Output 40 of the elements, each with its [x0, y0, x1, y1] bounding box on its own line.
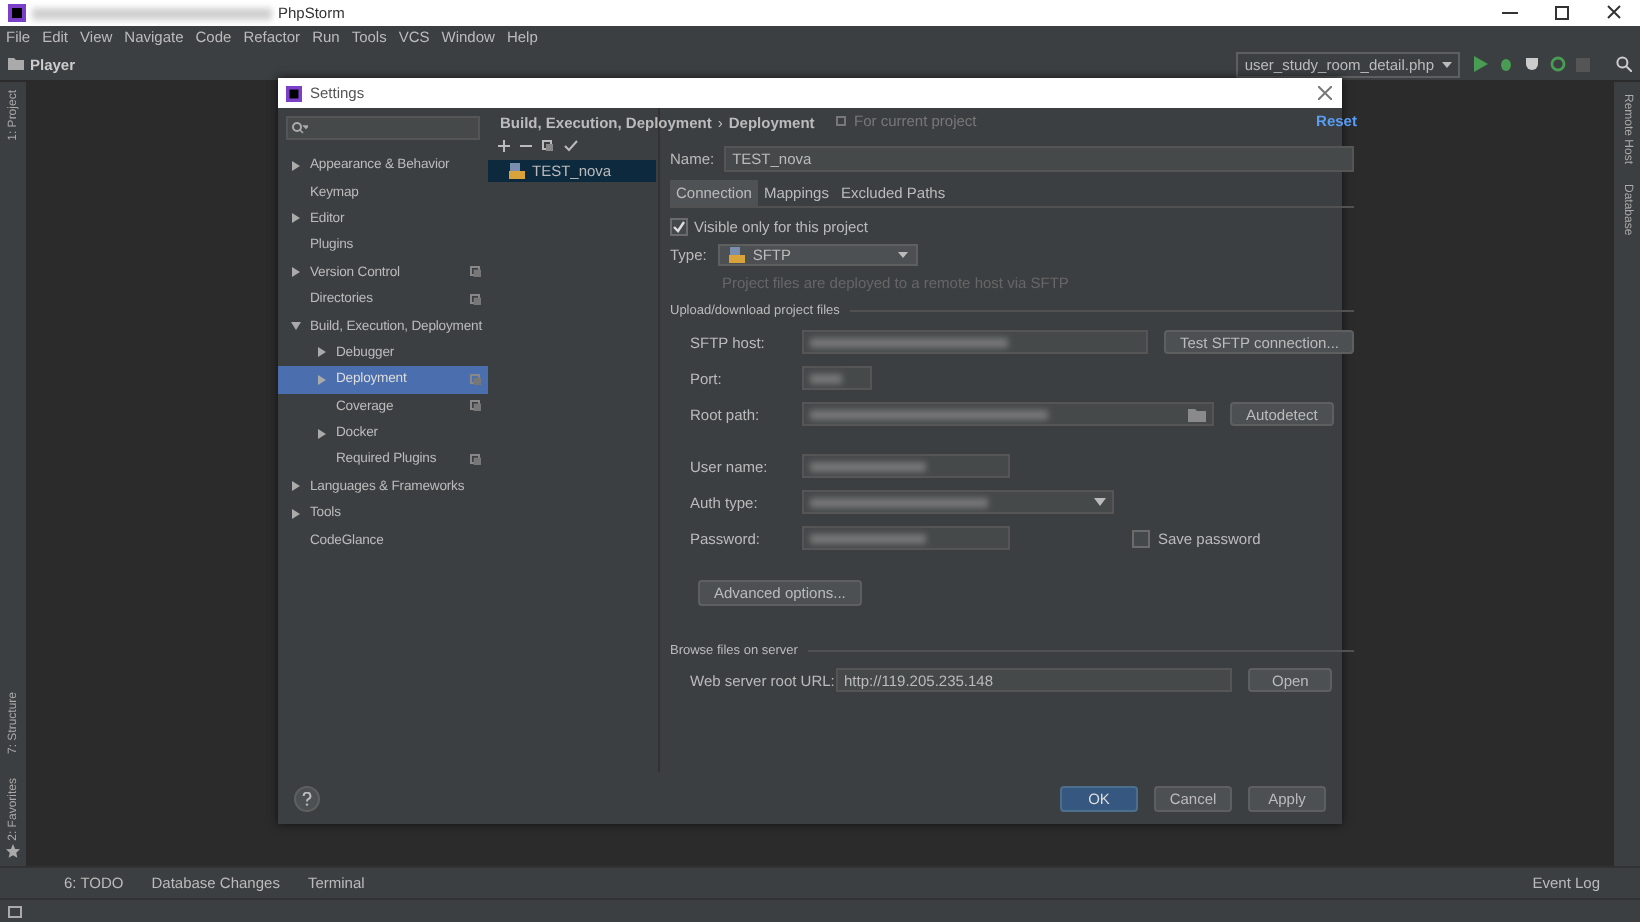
expand-arrow-icon[interactable]	[316, 346, 328, 359]
debug-icon[interactable]	[1498, 56, 1514, 72]
expand-arrow-icon[interactable]	[290, 212, 302, 225]
dropdown-arrow-icon	[1094, 498, 1106, 506]
input-field[interactable]	[802, 526, 1010, 550]
run-icon[interactable]	[1472, 56, 1488, 72]
add-icon[interactable]	[498, 140, 510, 152]
server-icon	[728, 246, 747, 264]
expand-arrow-icon[interactable]	[290, 266, 302, 279]
remove-icon[interactable]	[520, 140, 532, 152]
checkbox[interactable]	[670, 218, 688, 236]
search-field[interactable]	[286, 116, 480, 140]
folder-icon[interactable]	[1188, 407, 1206, 421]
input-field[interactable]	[802, 454, 1010, 478]
search-icon[interactable]	[1616, 56, 1632, 72]
check-icon[interactable]	[564, 140, 578, 152]
server-icon	[508, 162, 526, 180]
expand-arrow-icon[interactable]	[290, 159, 302, 172]
expand-arrow-icon[interactable]	[316, 427, 328, 440]
refresh-icon[interactable]	[1550, 56, 1566, 72]
copy-icon[interactable]	[542, 140, 554, 152]
input-field[interactable]	[802, 330, 1148, 354]
search-icon	[292, 122, 308, 134]
app-logo-icon	[8, 4, 26, 22]
close-icon[interactable]	[1318, 86, 1332, 100]
dropdown-arrow-icon	[1442, 61, 1452, 67]
coverage-icon[interactable]	[1524, 56, 1540, 72]
copy-icon	[836, 115, 848, 127]
app-logo-icon	[286, 85, 302, 101]
dropdown-arrow-icon	[898, 252, 909, 258]
checkbox[interactable]	[1132, 529, 1150, 547]
input-field[interactable]	[802, 402, 1214, 426]
folder-icon	[8, 58, 24, 70]
expand-arrow-icon[interactable]	[290, 480, 302, 493]
collapse-arrow-icon[interactable]	[290, 320, 302, 333]
expand-arrow-icon[interactable]	[290, 507, 302, 520]
help-icon[interactable]	[294, 785, 320, 811]
panel-toggle-icon[interactable]	[8, 905, 22, 917]
input-field[interactable]	[802, 366, 872, 390]
star-icon	[6, 844, 20, 858]
